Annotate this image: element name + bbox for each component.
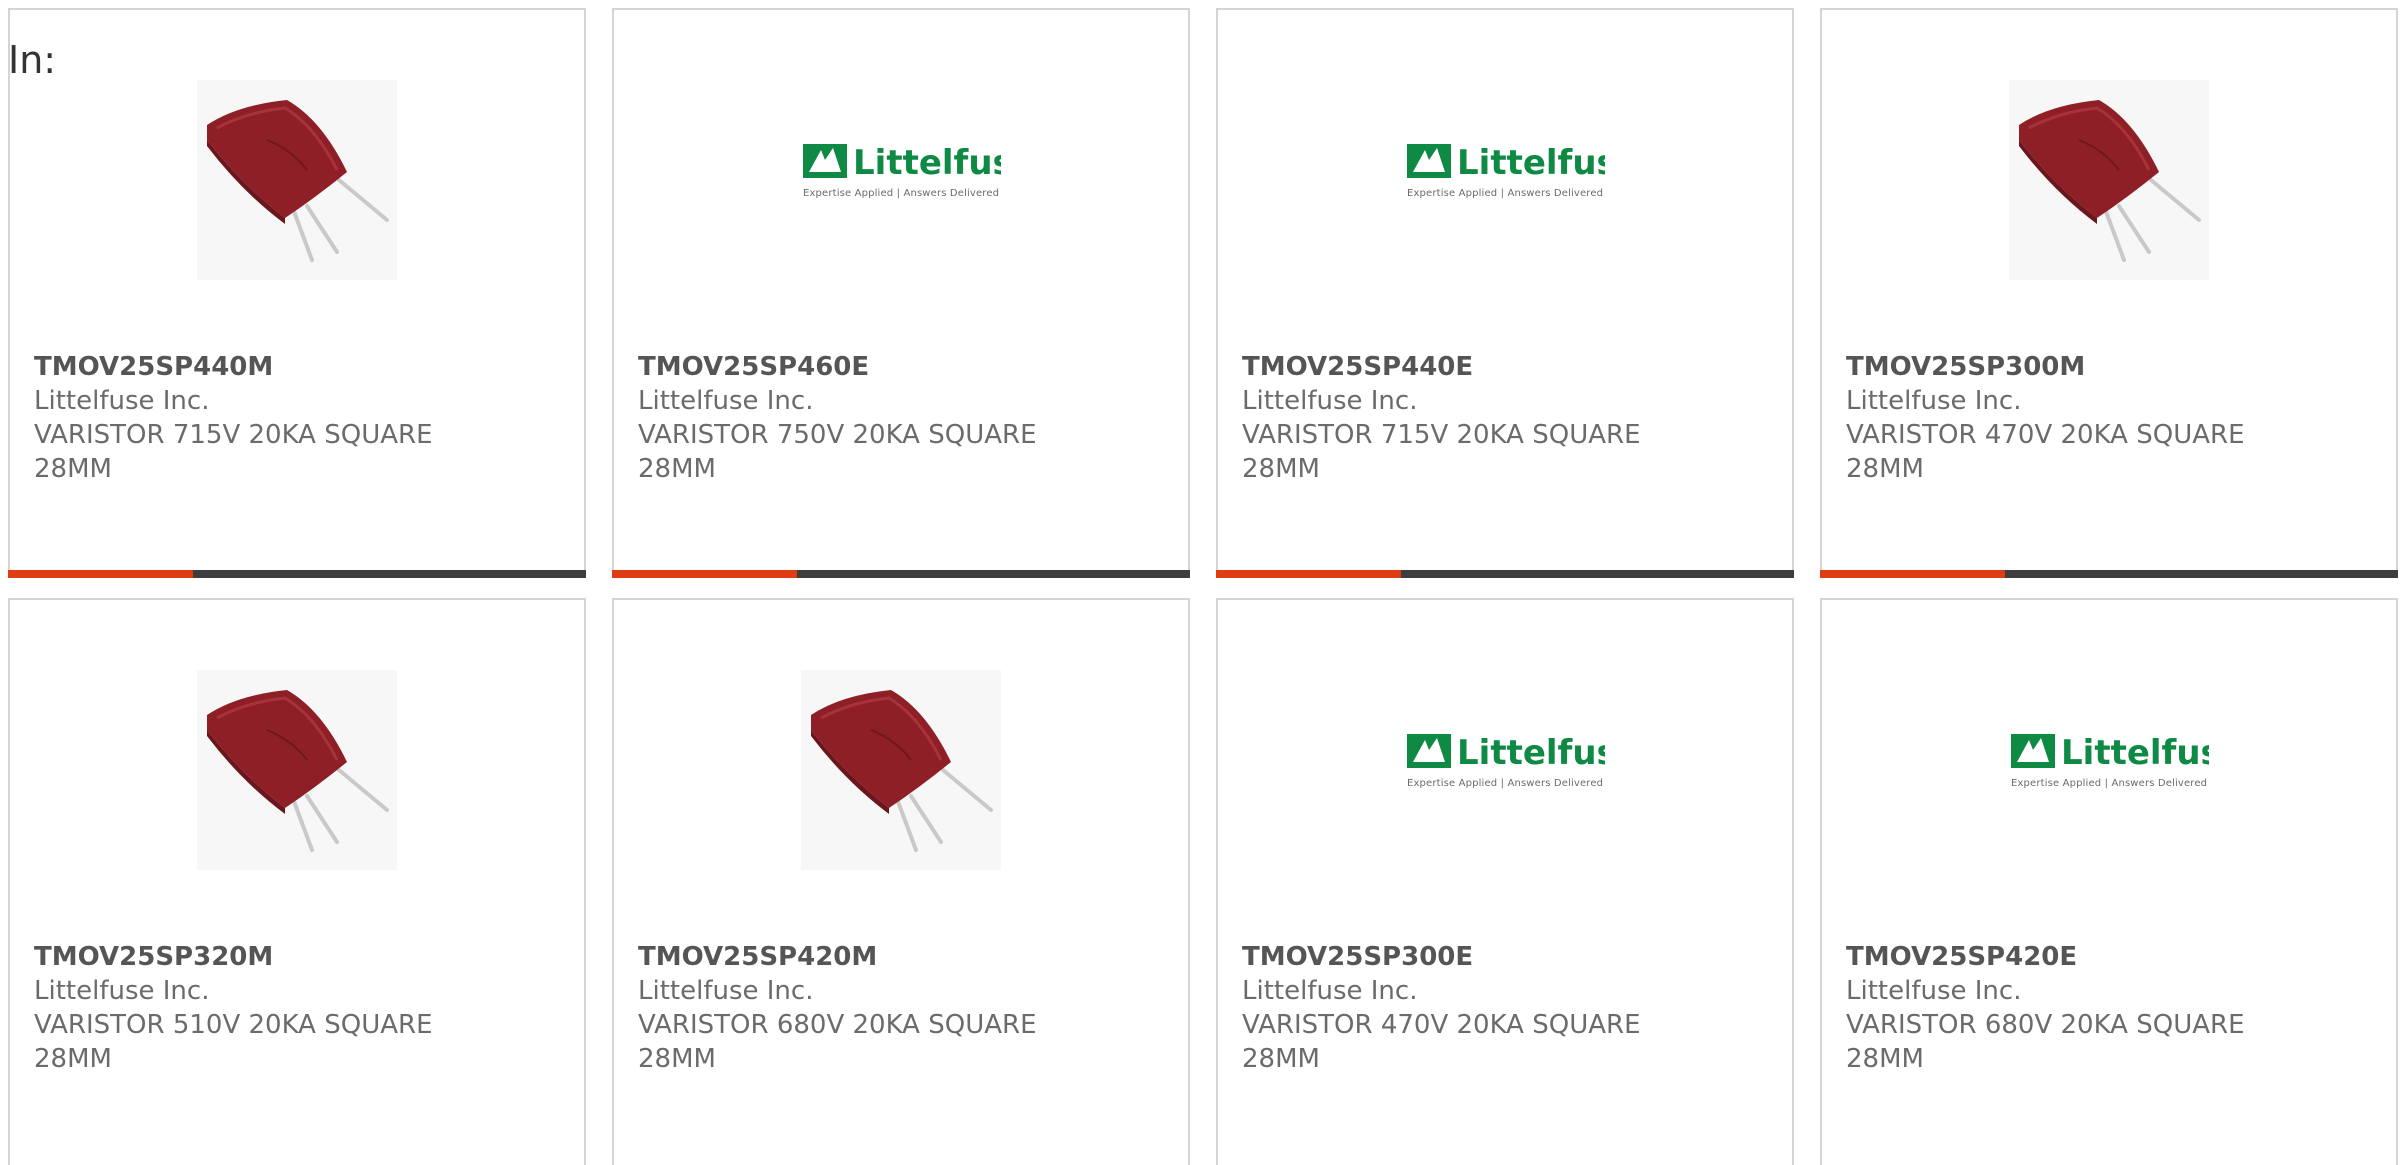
- product-image[interactable]: Littelfuse Expertise Applied | Answers De…: [1405, 80, 1605, 280]
- product-image[interactable]: [197, 670, 397, 870]
- progress-bar: [1216, 570, 1794, 578]
- product-info: TMOV25SP300E Littelfuse Inc. VARISTOR 47…: [1242, 940, 1682, 1076]
- manufacturer-name: Littelfuse Inc.: [34, 386, 210, 416]
- part-number[interactable]: TMOV25SP320M: [34, 940, 474, 974]
- svg-text:Expertise Applied | Answers De: Expertise Applied | Answers Delivered: [803, 188, 999, 199]
- progress-bar: [612, 570, 1190, 578]
- product-info: TMOV25SP320M Littelfuse Inc. VARISTOR 51…: [34, 940, 474, 1076]
- product-description: VARISTOR 470V 20KA SQUARE 28MM: [1846, 420, 2245, 484]
- product-info: TMOV25SP300M Littelfuse Inc. VARISTOR 47…: [1846, 350, 2286, 486]
- product-image[interactable]: Littelfuse Expertise Applied | Answers De…: [801, 80, 1001, 280]
- product-info: TMOV25SP420E Littelfuse Inc. VARISTOR 68…: [1846, 940, 2286, 1076]
- svg-text:Expertise Applied | Answers De: Expertise Applied | Answers Delivered: [1407, 188, 1603, 199]
- manufacturer-name: Littelfuse Inc.: [1242, 386, 1418, 416]
- part-number[interactable]: TMOV25SP440E: [1242, 350, 1682, 384]
- svg-text:Littelfuse: Littelfuse: [1457, 733, 1605, 773]
- part-number[interactable]: TMOV25SP420M: [638, 940, 1078, 974]
- product-description: VARISTOR 680V 20KA SQUARE 28MM: [1846, 1010, 2245, 1074]
- product-image[interactable]: [801, 670, 1001, 870]
- product-description: VARISTOR 510V 20KA SQUARE 28MM: [34, 1010, 433, 1074]
- product-description: VARISTOR 680V 20KA SQUARE 28MM: [638, 1010, 1037, 1074]
- littelfuse-logo-icon: Littelfuse Expertise Applied | Answers De…: [2011, 733, 2209, 789]
- product-card[interactable]: Littelfuse Expertise Applied | Answers De…: [1820, 598, 2398, 1165]
- product-info: TMOV25SP420M Littelfuse Inc. VARISTOR 68…: [638, 940, 1078, 1076]
- product-description: VARISTOR 470V 20KA SQUARE 28MM: [1242, 1010, 1641, 1074]
- littelfuse-logo-icon: Littelfuse Expertise Applied | Answers De…: [803, 143, 1001, 199]
- progress-bar: [8, 570, 586, 578]
- product-grid: TMOV25SP440M Littelfuse Inc. VARISTOR 71…: [8, 8, 2400, 1165]
- svg-text:Expertise Applied | Answers De: Expertise Applied | Answers Delivered: [2011, 778, 2207, 789]
- manufacturer-name: Littelfuse Inc.: [1846, 976, 2022, 1006]
- progress-fill: [1216, 570, 1401, 578]
- part-number[interactable]: TMOV25SP440M: [34, 350, 474, 384]
- product-description: VARISTOR 715V 20KA SQUARE 28MM: [34, 420, 433, 484]
- product-image[interactable]: Littelfuse Expertise Applied | Answers De…: [1405, 670, 1605, 870]
- varistor-photo-icon: [197, 80, 397, 280]
- svg-text:Expertise Applied | Answers De: Expertise Applied | Answers Delivered: [1407, 778, 1603, 789]
- product-card[interactable]: Littelfuse Expertise Applied | Answers De…: [612, 8, 1190, 578]
- product-image[interactable]: [197, 80, 397, 280]
- progress-bar: [1820, 570, 2398, 578]
- part-number[interactable]: TMOV25SP300E: [1242, 940, 1682, 974]
- product-card[interactable]: TMOV25SP320M Littelfuse Inc. VARISTOR 51…: [8, 598, 586, 1165]
- littelfuse-logo-icon: Littelfuse Expertise Applied | Answers De…: [1407, 143, 1605, 199]
- progress-fill: [612, 570, 797, 578]
- part-number[interactable]: TMOV25SP460E: [638, 350, 1078, 384]
- product-info: TMOV25SP440E Littelfuse Inc. VARISTOR 71…: [1242, 350, 1682, 486]
- in-label: In:: [8, 38, 57, 82]
- manufacturer-name: Littelfuse Inc.: [638, 976, 814, 1006]
- littelfuse-logo-icon: Littelfuse Expertise Applied | Answers De…: [1407, 733, 1605, 789]
- manufacturer-name: Littelfuse Inc.: [1242, 976, 1418, 1006]
- product-card[interactable]: TMOV25SP420M Littelfuse Inc. VARISTOR 68…: [612, 598, 1190, 1165]
- product-description: VARISTOR 750V 20KA SQUARE 28MM: [638, 420, 1037, 484]
- product-description: VARISTOR 715V 20KA SQUARE 28MM: [1242, 420, 1641, 484]
- part-number[interactable]: TMOV25SP300M: [1846, 350, 2286, 384]
- varistor-photo-icon: [2009, 80, 2209, 280]
- product-image[interactable]: [2009, 80, 2209, 280]
- progress-fill: [8, 570, 193, 578]
- product-info: TMOV25SP460E Littelfuse Inc. VARISTOR 75…: [638, 350, 1078, 486]
- product-card[interactable]: TMOV25SP300M Littelfuse Inc. VARISTOR 47…: [1820, 8, 2398, 578]
- product-card[interactable]: Littelfuse Expertise Applied | Answers De…: [1216, 598, 1794, 1165]
- manufacturer-name: Littelfuse Inc.: [638, 386, 814, 416]
- svg-text:Littelfuse: Littelfuse: [1457, 143, 1605, 183]
- svg-text:Littelfuse: Littelfuse: [853, 143, 1001, 183]
- product-card[interactable]: TMOV25SP440M Littelfuse Inc. VARISTOR 71…: [8, 8, 586, 578]
- manufacturer-name: Littelfuse Inc.: [34, 976, 210, 1006]
- svg-text:Littelfuse: Littelfuse: [2061, 733, 2209, 773]
- product-card[interactable]: Littelfuse Expertise Applied | Answers De…: [1216, 8, 1794, 578]
- product-info: TMOV25SP440M Littelfuse Inc. VARISTOR 71…: [34, 350, 474, 486]
- varistor-photo-icon: [801, 670, 1001, 870]
- progress-fill: [1820, 570, 2005, 578]
- manufacturer-name: Littelfuse Inc.: [1846, 386, 2022, 416]
- product-image[interactable]: Littelfuse Expertise Applied | Answers De…: [2009, 670, 2209, 870]
- varistor-photo-icon: [197, 670, 397, 870]
- part-number[interactable]: TMOV25SP420E: [1846, 940, 2286, 974]
